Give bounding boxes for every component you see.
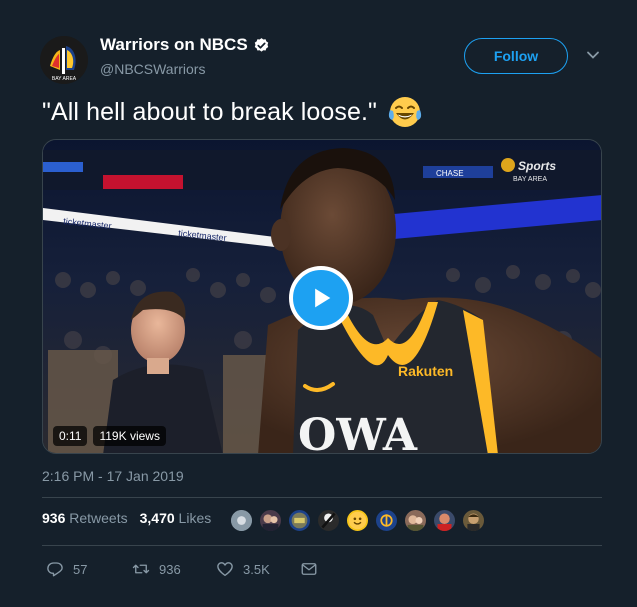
chevron-down-icon[interactable] [586,48,600,62]
reply-count: 57 [73,561,88,577]
user-photo-icon [437,513,452,531]
signage-chase: CHASE [436,169,464,178]
reply-icon[interactable] [46,560,64,578]
retweets-stat[interactable]: 936 Retweets [42,510,128,526]
video-views: 119K views [93,426,166,446]
direct-message-action[interactable] [300,560,318,578]
liker-avatar[interactable] [230,509,253,532]
user-photo-icon [262,514,279,531]
likes-count[interactable]: 3,470 [140,510,175,526]
svg-text:BAY AREA: BAY AREA [52,76,77,82]
like-count: 3.5K [243,561,270,577]
like-action[interactable]: 3.5K [216,560,300,578]
liker-avatar[interactable] [462,509,485,532]
likes-label[interactable]: Likes [179,510,212,526]
nbc-sports-warriors-logo-icon: BAY AREA [40,36,88,84]
liker-avatar[interactable] [346,509,369,532]
divider [42,497,602,498]
liker-avatar[interactable] [375,509,398,532]
engagement-stats: 936 Retweets 3,470 Likes [42,510,211,526]
liker-avatars [230,509,485,532]
display-name[interactable]: Warriors on NBCS [100,35,270,55]
warriors-logo-icon [377,511,396,530]
account-name-block: Warriors on NBCS @NBCSWarriors [100,35,270,77]
jersey-sponsor-text: Rakuten [398,363,453,379]
emoji-avatar-icon [348,511,367,530]
team-logo-icon [291,512,308,529]
tweet-header: BAY AREA Warriors on NBCS @NBCSWarriors … [40,32,610,84]
divider [42,545,602,546]
retweets-label[interactable]: Retweets [69,510,127,526]
liker-avatar[interactable] [259,509,282,532]
account-avatar[interactable]: BAY AREA [40,36,88,84]
tweet-text-body: "All hell about to break loose." [42,97,378,126]
verified-badge-icon [254,37,268,52]
display-name-text[interactable]: Warriors on NBCS [100,35,248,55]
account-handle[interactable]: @NBCSWarriors [100,61,270,77]
video-meta: 0:11 119K views [53,426,166,446]
liker-avatar[interactable] [288,509,311,532]
user-photo-icon [321,512,336,529]
liker-avatar[interactable] [404,509,427,532]
retweet-icon[interactable] [132,560,150,578]
video-duration: 0:11 [53,426,88,446]
video-player[interactable]: CHASE ticketmaster ticketmaster Rakuten … [42,139,602,454]
retweets-count[interactable]: 936 [42,510,65,526]
tweet-actions: 57 936 3.5K [46,560,318,578]
retweet-action[interactable]: 936 [132,560,216,578]
likes-stat[interactable]: 3,470 Likes [140,510,212,526]
follow-button[interactable]: Follow [464,38,568,74]
play-icon [315,288,331,308]
liker-avatar[interactable] [317,509,340,532]
face-with-tears-of-joy-icon [388,97,422,127]
heart-icon[interactable] [216,560,234,578]
liker-avatar[interactable] [433,509,456,532]
user-photo-icon [467,513,480,531]
tweet-text: "All hell about to break loose." [42,94,423,130]
user-photo-icon [407,515,424,531]
tweet-timestamp[interactable]: 2:16 PM - 17 Jan 2019 [42,468,184,484]
default-avatar-icon [231,510,252,531]
play-button[interactable] [289,266,353,330]
reply-action[interactable]: 57 [46,560,132,578]
svg-text:Sports: Sports [518,159,556,173]
retweet-count: 936 [159,561,181,577]
svg-text:OWA: OWA [298,410,418,454]
envelope-icon[interactable] [300,560,318,578]
svg-text:BAY AREA: BAY AREA [513,176,547,183]
